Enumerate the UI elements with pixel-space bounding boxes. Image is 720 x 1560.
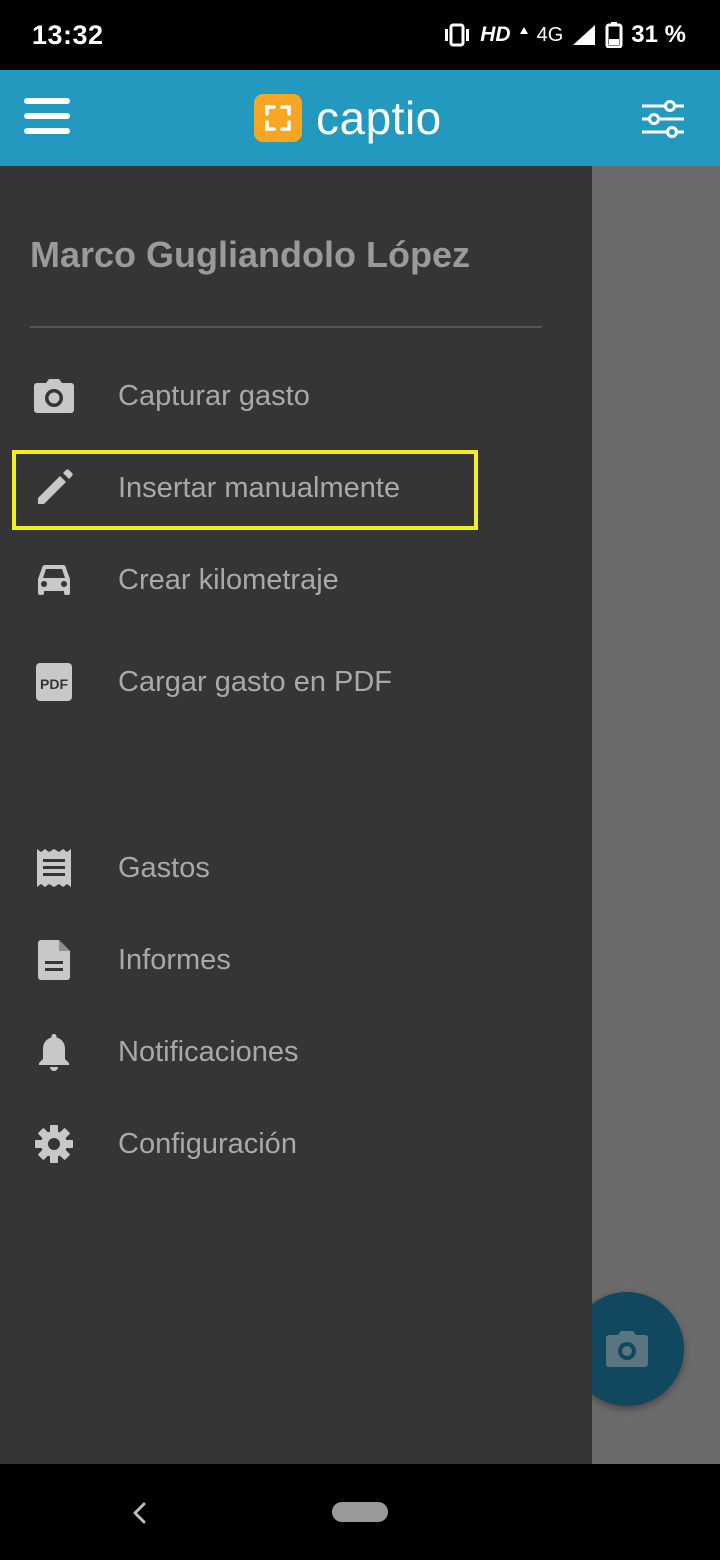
filter-button[interactable] xyxy=(640,100,686,138)
bell-icon xyxy=(32,1030,76,1074)
status-icons: HD 4G 31 % xyxy=(442,21,686,49)
menu-item-capturar-gasto[interactable]: Capturar gasto xyxy=(0,356,592,436)
menu-item-label: Gastos xyxy=(118,851,210,884)
menu-item-informes[interactable]: Informes xyxy=(0,920,592,1000)
system-navigation-bar xyxy=(0,1464,720,1560)
menu-item-gastos[interactable]: Gastos xyxy=(0,828,592,908)
hd-label: HD xyxy=(480,23,511,46)
hamburger-menu-button[interactable] xyxy=(24,98,70,138)
menu-item-notificaciones[interactable]: Notificaciones xyxy=(0,1012,592,1092)
divider xyxy=(30,326,542,328)
battery-percent: 31 % xyxy=(631,21,686,48)
pdf-icon-text: PDF xyxy=(40,676,68,692)
menu-item-label: Notificaciones xyxy=(118,1035,299,1068)
menu-item-configuracion[interactable]: Configuración xyxy=(0,1104,592,1184)
menu-line-icon xyxy=(24,128,70,134)
back-button[interactable] xyxy=(126,1498,154,1528)
captio-logo: captio xyxy=(254,92,442,144)
pdf-icon: PDF xyxy=(32,660,76,704)
menu-item-label: Informes xyxy=(118,943,231,976)
menu-item-label: Capturar gasto xyxy=(118,379,310,412)
status-bar: 13:32 HD 4G 31 % xyxy=(0,0,720,70)
menu-item-label: Insertar manualmente xyxy=(118,471,401,504)
logo-text: captio xyxy=(316,92,442,144)
car-icon xyxy=(32,558,76,602)
vibrate-icon xyxy=(445,23,470,47)
user-name: Marco Gugliandolo López xyxy=(30,234,470,275)
home-pill-button[interactable] xyxy=(332,1502,388,1522)
back-chevron-icon xyxy=(133,1502,146,1524)
menu-line-icon xyxy=(24,98,70,104)
camera-icon xyxy=(32,374,76,418)
camera-icon xyxy=(606,1331,648,1367)
sliders-icon xyxy=(642,100,684,138)
pencil-icon xyxy=(32,466,76,510)
document-icon xyxy=(32,938,76,982)
battery-icon xyxy=(605,22,623,48)
app-bar: captio xyxy=(0,70,720,166)
status-time: 13:32 xyxy=(32,19,104,50)
menu-line-icon xyxy=(24,113,70,119)
menu-item-cargar-gasto-pdf[interactable]: PDF Cargar gasto en PDF xyxy=(0,642,592,722)
menu-item-label: Cargar gasto en PDF xyxy=(118,665,393,698)
network-label: 4G xyxy=(536,23,564,46)
menu-item-label: Configuración xyxy=(118,1127,297,1160)
data-arrow-icon xyxy=(519,27,528,34)
signal-icon xyxy=(573,25,596,45)
menu-item-insertar-manualmente[interactable]: Insertar manualmente xyxy=(0,448,592,528)
receipt-icon xyxy=(32,846,76,890)
navigation-drawer: Marco Gugliandolo López Capturar gasto I… xyxy=(0,166,592,1464)
logo-mark-icon xyxy=(254,94,302,142)
menu-item-label: Crear kilometraje xyxy=(118,563,339,596)
menu-item-crear-kilometraje[interactable]: Crear kilometraje xyxy=(0,540,592,620)
gear-icon xyxy=(32,1122,76,1166)
